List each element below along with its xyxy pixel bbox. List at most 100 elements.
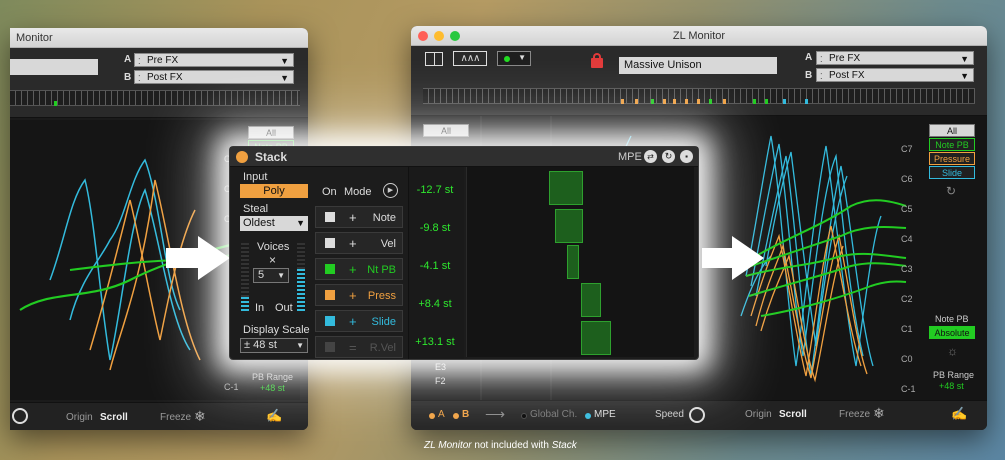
stack-header: Stack MPE ⇄ ↻ ▪: [230, 147, 698, 167]
row-toggle-checkbox[interactable]: [325, 342, 335, 352]
left-slot-b-dots: ⁚: [138, 74, 141, 83]
voices-value: 5: [258, 269, 265, 281]
param-row-nt-pb[interactable]: + Nt PB: [315, 258, 403, 280]
row-name: R.Vel: [369, 342, 396, 354]
left-footer: Origin Scroll Freeze ❄ ✍: [10, 402, 308, 430]
param-row-slide[interactable]: + Slide: [315, 310, 403, 332]
row-toggle-checkbox[interactable]: [325, 316, 335, 326]
zoom-button[interactable]: [450, 31, 460, 41]
key-active: [651, 99, 654, 104]
legend-global-dot: [521, 413, 527, 419]
left-slot-a-value: Pre FX: [147, 55, 179, 66]
note-pb-mode-button[interactable]: Absolute: [929, 326, 975, 339]
right-slot-a-dots: ⁚: [820, 55, 823, 64]
right-origin-label: Origin: [745, 409, 772, 420]
param-row-note[interactable]: + Note: [315, 206, 403, 228]
right-slot-b-select[interactable]: ⁚ Post FX ▼: [816, 68, 974, 82]
cycle-icon[interactable]: ↻: [662, 150, 675, 163]
right-note-label-c4: C4: [901, 234, 913, 244]
voices-multiply-sign: ×: [269, 253, 277, 267]
left-window-title: Monitor: [16, 32, 53, 44]
signature-icon: ✍: [266, 408, 283, 423]
right-note-label-c7: C7: [901, 144, 913, 154]
chevron-down-icon: ▼: [960, 54, 969, 64]
row-mode-symbol[interactable]: +: [349, 288, 357, 303]
input-mode-button[interactable]: Poly: [240, 184, 308, 198]
param-row-press[interactable]: + Press: [315, 284, 403, 306]
right-origin-value[interactable]: Scroll: [779, 409, 807, 420]
steal-label: Steal: [243, 203, 269, 215]
right-slot-a-value: Pre FX: [829, 53, 861, 64]
speed-knob-icon[interactable]: [689, 407, 705, 423]
left-slot-b-value: Post FX: [147, 72, 183, 83]
right-toolbar: ∧∧∧ ▼ Massive Unison A ⁚ Pre FX ▼ B ⁚ Po…: [411, 46, 987, 116]
close-button[interactable]: [418, 31, 428, 41]
row-toggle-checkbox[interactable]: [325, 290, 335, 300]
swap-icon[interactable]: ⇄: [644, 150, 657, 163]
refresh-icon[interactable]: ↻: [946, 184, 956, 198]
row-toggle-checkbox[interactable]: [325, 212, 335, 222]
param-row-vel[interactable]: + Vel: [315, 232, 403, 254]
lightbulb-icon[interactable]: ☼: [947, 344, 958, 358]
left-piano-keyboard[interactable]: [10, 90, 300, 106]
filter-pressure[interactable]: Pressure: [929, 152, 975, 165]
input-meter-fill: [241, 297, 249, 311]
caption-product: Stack: [551, 440, 577, 451]
snowflake-icon[interactable]: ❄: [194, 408, 206, 425]
right-piano-keyboard[interactable]: [423, 88, 975, 104]
key-active: [673, 99, 676, 104]
steal-select[interactable]: Oldest ▼: [240, 216, 308, 231]
stack-title: Stack: [255, 150, 288, 164]
left-filter-all[interactable]: All: [248, 126, 294, 139]
row-mode-symbol[interactable]: +: [349, 314, 357, 329]
note-pb-label: Note PB: [935, 314, 969, 324]
filter-slide[interactable]: Slide: [929, 166, 975, 179]
row-toggle-checkbox[interactable]: [325, 238, 335, 248]
key-active: [765, 99, 768, 104]
chevron-down-icon: ▼: [280, 56, 289, 66]
voice-bar: [549, 171, 583, 205]
key-active: [723, 99, 726, 104]
snowflake-icon[interactable]: ❄: [873, 405, 885, 422]
key-active: [709, 99, 712, 104]
right-window-title: ZL Monitor: [672, 30, 726, 42]
row-mode-symbol[interactable]: +: [349, 210, 357, 225]
row-toggle-checkbox[interactable]: [325, 264, 335, 274]
left-knob-icon[interactable]: [12, 408, 28, 424]
voices-select[interactable]: 5 ▼: [253, 268, 289, 283]
device-power-icon[interactable]: [236, 151, 248, 163]
filter-all[interactable]: All: [929, 124, 975, 137]
left-origin-value[interactable]: Scroll: [100, 412, 128, 423]
save-icon[interactable]: ▪: [680, 150, 693, 163]
play-icon[interactable]: ▶: [383, 183, 398, 198]
row-mode-symbol[interactable]: +: [349, 262, 357, 277]
left-preset-field[interactable]: [10, 59, 98, 75]
left-slot-b-select[interactable]: ⁚ Post FX ▼: [134, 70, 294, 84]
row-mode-symbol[interactable]: +: [349, 236, 357, 251]
right-slot-b-value: Post FX: [829, 70, 865, 81]
left-slot-a-label: A: [124, 54, 132, 65]
lock-icon[interactable]: [591, 53, 603, 68]
midi-channel-select[interactable]: ▼: [497, 51, 531, 66]
layout-icon[interactable]: [425, 52, 443, 66]
signature-icon: ✍: [951, 406, 968, 421]
chevron-down-icon: ▼: [296, 218, 305, 228]
right-footer: A B ⟶ Global Ch. MPE Speed Origin Scroll…: [411, 400, 987, 430]
left-slot-a-select[interactable]: ⁚ Pre FX ▼: [134, 53, 294, 67]
left-pb-range-value: +48 st: [260, 383, 285, 393]
right-note-label-c3: C3: [901, 264, 913, 274]
right-slot-a-select[interactable]: ⁚ Pre FX ▼: [816, 51, 974, 65]
display-scale-select[interactable]: ± 48 st ▼: [240, 338, 308, 353]
filter-note-pb[interactable]: Note PB: [929, 138, 975, 151]
in-label: In: [255, 302, 265, 314]
waveform-icon[interactable]: ∧∧∧: [453, 51, 487, 66]
param-row-r-vel[interactable]: = R.Vel: [315, 336, 403, 358]
legend-global-label: Global Ch.: [530, 409, 578, 420]
right-slot-b-label: B: [805, 70, 813, 81]
minimize-button[interactable]: [434, 31, 444, 41]
left-slot-b-label: B: [124, 72, 132, 83]
voice-display: [466, 167, 694, 357]
chevron-down-icon: ▼: [518, 53, 526, 62]
row-mode-symbol[interactable]: =: [349, 340, 357, 355]
preset-name-field[interactable]: Massive Unison: [619, 57, 777, 74]
